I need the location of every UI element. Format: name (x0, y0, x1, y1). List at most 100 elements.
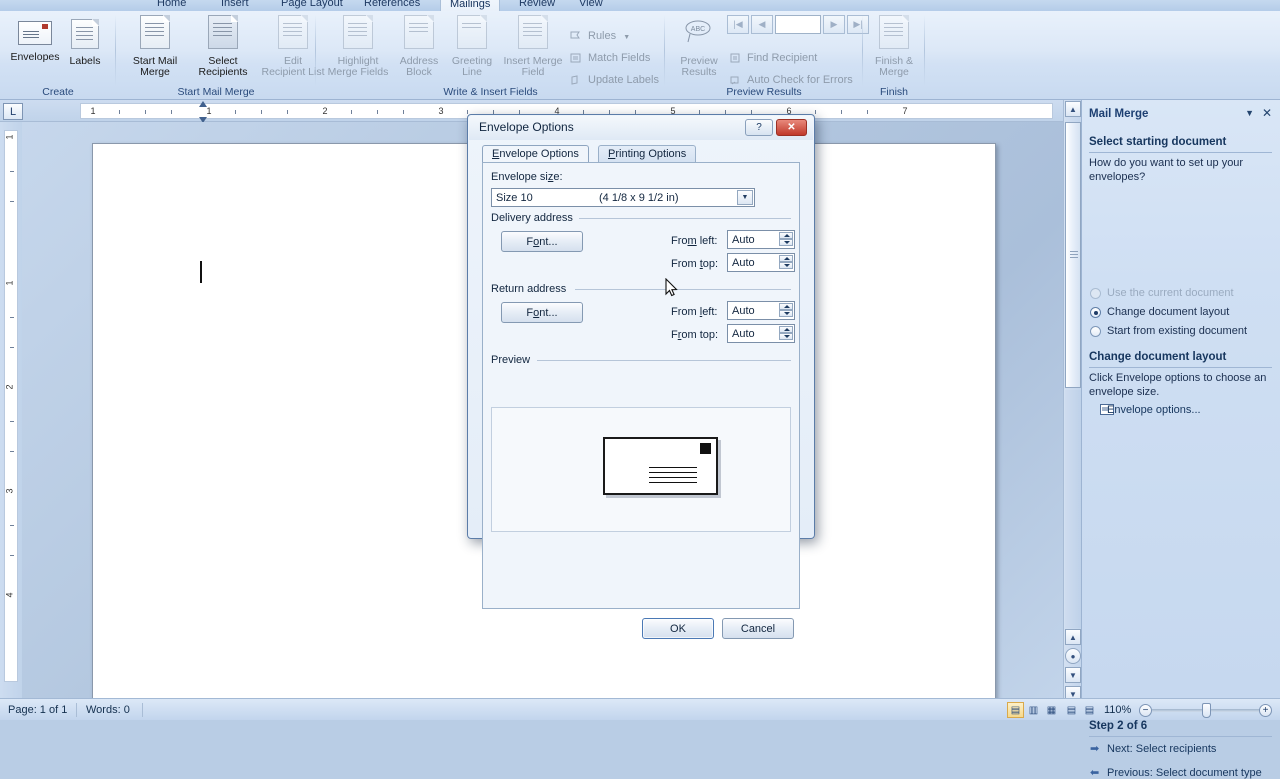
vertical-ruler[interactable]: 1 1 2 3 4 (0, 122, 22, 698)
insert-merge-field-icon (500, 15, 566, 53)
scrollbar-track[interactable] (1065, 390, 1081, 628)
start-mail-merge-button[interactable]: Start Mail Merge (124, 15, 186, 79)
greeting-line-button[interactable]: Greeting Line (446, 15, 498, 79)
group-label-create: Create (42, 86, 74, 98)
spinner-delivery-from-top[interactable] (779, 255, 793, 270)
divider (579, 218, 791, 219)
spinner-return-from-left[interactable] (779, 303, 793, 318)
tab-printing-options[interactable]: Printing Options (598, 145, 697, 163)
previous-page-button[interactable]: ▲ (1065, 629, 1081, 645)
scrollbar-thumb[interactable] (1065, 122, 1081, 388)
draft-view-button[interactable]: ▤ (1081, 702, 1098, 718)
envelopes-label: Envelopes (10, 50, 60, 63)
rules-button[interactable]: Rules ▼ (568, 28, 630, 45)
labels-button[interactable]: Labels (64, 15, 106, 67)
full-screen-reading-view-button[interactable]: ▥ (1025, 702, 1042, 718)
match-fields-button[interactable]: Match Fields (568, 50, 650, 67)
ruler-tick-label: 3 (438, 106, 444, 116)
address-block-label: Address Block (399, 54, 439, 78)
envelope-size-combobox[interactable]: Size 10 (4 1/8 x 9 1/2 in) ▼ (491, 188, 755, 207)
help-button[interactable]: ? (745, 119, 773, 136)
ribbon: Envelopes Labels Create Start Mail Merge… (0, 11, 1280, 100)
update-labels-label: Update Labels (588, 74, 659, 86)
radio-start-from-existing-document[interactable] (1090, 326, 1101, 337)
close-icon[interactable]: ✕ (1262, 106, 1272, 120)
greeting-line-label: Greeting Line (451, 54, 493, 78)
labels-icon (64, 15, 106, 53)
ok-button[interactable]: OK (642, 618, 714, 639)
return-from-top-input[interactable]: Auto (727, 324, 795, 343)
address-block-button[interactable]: Address Block (394, 15, 444, 79)
zoom-slider-handle[interactable] (1202, 703, 1211, 718)
zoom-in-button[interactable]: + (1259, 704, 1272, 717)
ruler-tick-label: 1 (4, 134, 15, 140)
record-number-input[interactable] (775, 15, 821, 34)
find-recipient-icon (728, 51, 742, 71)
ruler-tick-label: 7 (902, 106, 908, 116)
tab-stop-selector[interactable]: L (3, 103, 23, 120)
web-layout-view-button[interactable]: ▦ (1043, 702, 1060, 718)
group-label-write-insert-fields: Write & Insert Fields (443, 86, 538, 98)
next-record-icon[interactable]: ▶ (823, 15, 845, 34)
outline-view-button[interactable]: ▤ (1063, 702, 1080, 718)
status-bar: Page: 1 of 1 Words: 0 ▤ ▥ ▦ ▤ ▤ 110% − + (0, 698, 1280, 720)
spinner-return-from-top[interactable] (779, 326, 793, 341)
ruler-tick-label: 2 (322, 106, 328, 116)
envelope-options-link[interactable]: Envelope options... (1107, 404, 1201, 416)
previous-record-icon[interactable]: ◀ (751, 15, 773, 34)
next-step-link[interactable]: Next: Select recipients (1107, 743, 1216, 755)
divider (575, 289, 791, 290)
radio-change-document-layout[interactable] (1090, 307, 1101, 318)
status-page-indicator[interactable]: Page: 1 of 1 (8, 703, 67, 717)
insert-merge-field-button[interactable]: Insert Merge Field (500, 15, 566, 79)
select-browse-object-button[interactable]: ● (1065, 648, 1081, 664)
highlight-merge-fields-label: Highlight Merge Fields (327, 54, 389, 78)
next-page-button[interactable]: ▼ (1065, 667, 1081, 683)
radio-label-change-document-layout[interactable]: Change document layout (1107, 306, 1229, 318)
vertical-scrollbar[interactable]: ▲ ▲ ● ▼ ▼ (1063, 100, 1081, 702)
preview-results-button[interactable]: ABC Preview Results (673, 15, 725, 79)
radio-label-start-from-existing-document[interactable]: Start from existing document (1107, 325, 1247, 337)
ribbon-group-write-insert-fields: Highlight Merge Fields Address Block Gre… (316, 11, 665, 100)
divider (537, 360, 791, 361)
highlight-merge-fields-button[interactable]: Highlight Merge Fields (324, 15, 392, 79)
cancel-button[interactable]: Cancel (722, 618, 794, 639)
zoom-level-label[interactable]: 110% (1104, 703, 1131, 717)
spinner-delivery-from-left[interactable] (779, 232, 793, 247)
status-word-count[interactable]: Words: 0 (86, 703, 130, 717)
scrollbar-grip (1070, 251, 1078, 252)
envelope-size-label: Envelope size: (491, 171, 563, 183)
ruler-tick-label: 2 (4, 384, 15, 390)
dialog-title-bar[interactable]: Envelope Options ? ✕ (469, 116, 813, 140)
indent-markers[interactable] (199, 101, 208, 123)
tab-envelope-options[interactable]: Envelope Options (482, 145, 589, 163)
finish-merge-button[interactable]: Finish & Merge (868, 15, 920, 79)
print-layout-view-button[interactable]: ▤ (1007, 702, 1024, 718)
delivery-from-left-label: From left: (671, 235, 718, 247)
select-recipients-button[interactable]: Select Recipients (188, 15, 258, 79)
delivery-from-top-label: From top: (671, 258, 719, 270)
chevron-down-icon[interactable]: ▼ (1245, 108, 1254, 118)
preview-results-icon: ABC (673, 15, 725, 53)
envelope-preview-icon (603, 437, 718, 495)
labels-label: Labels (69, 54, 101, 67)
delivery-from-left-value: Auto (732, 234, 755, 246)
first-record-icon[interactable]: |◀ (727, 15, 749, 34)
find-recipient-button[interactable]: Find Recipient (727, 50, 817, 67)
chevron-down-icon[interactable]: ▼ (737, 190, 753, 205)
return-from-left-value: Auto (732, 305, 755, 317)
return-font-button[interactable]: Fo nt... (501, 302, 583, 323)
previous-step-link[interactable]: Previous: Select document type (1107, 767, 1262, 779)
close-button[interactable]: ✕ (776, 119, 807, 136)
return-from-top-value: Auto (732, 328, 755, 340)
envelopes-button[interactable]: Envelopes (8, 15, 62, 63)
delivery-from-left-input[interactable]: Auto (727, 230, 795, 249)
divider (1089, 736, 1272, 737)
select-recipients-label: Select Recipients (198, 54, 248, 78)
return-from-left-input[interactable]: Auto (727, 301, 795, 320)
delivery-from-top-input[interactable]: Auto (727, 253, 795, 272)
scroll-up-button[interactable]: ▲ (1065, 101, 1081, 117)
zoom-out-button[interactable]: − (1139, 704, 1152, 717)
radio-label-use-current-document: Use the current document (1107, 287, 1234, 299)
delivery-font-button[interactable]: Fo nt... (501, 231, 583, 252)
